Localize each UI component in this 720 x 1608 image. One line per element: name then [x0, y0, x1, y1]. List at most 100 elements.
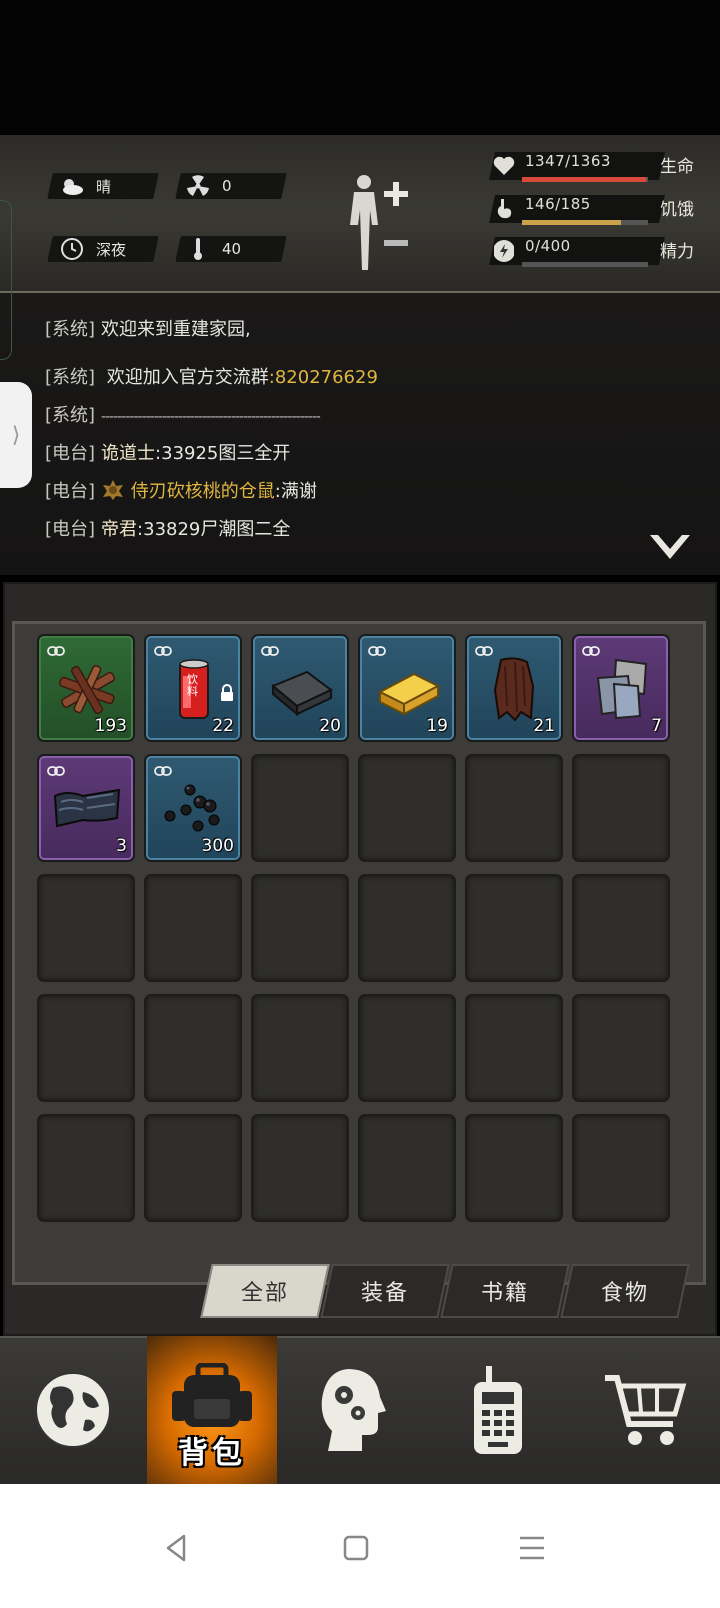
inventory-slot-empty[interactable]	[358, 874, 456, 982]
chat-text: 欢迎来到重建家园,	[101, 319, 251, 340]
energy-label: 精力	[660, 242, 694, 262]
inventory-slot-empty[interactable]	[572, 994, 670, 1102]
home-icon[interactable]	[336, 1528, 376, 1568]
inventory-slot-empty[interactable]	[37, 994, 135, 1102]
item-count: 20	[319, 716, 341, 736]
hunger-label: 饥饿	[660, 200, 694, 220]
chat-channel-tag: [电台]	[45, 443, 96, 464]
inventory-slot-coal-pellets[interactable]: 300	[144, 754, 242, 862]
menu-icon[interactable]	[512, 1528, 552, 1568]
inventory-slot-iron-bar[interactable]: 20	[251, 634, 349, 742]
chat-channel-tag: [电台]	[45, 481, 96, 502]
chat-text: ----------------------------------------…	[101, 409, 321, 425]
inventory-slot-cloth[interactable]: 7	[572, 634, 670, 742]
hunger-value: 146/185	[525, 195, 591, 213]
inventory-slot-empty[interactable]	[251, 994, 349, 1102]
chat-text: :满谢	[274, 481, 317, 502]
bound-link-icon	[154, 762, 172, 776]
inventory-slot-empty[interactable]	[465, 754, 563, 862]
heart-icon	[490, 152, 518, 180]
inventory-slot-empty[interactable]	[144, 1114, 242, 1222]
inventory-slot-empty[interactable]	[572, 754, 670, 862]
clock-icon	[58, 236, 86, 262]
cloth-icon	[588, 656, 656, 724]
inventory-slot-empty[interactable]	[358, 994, 456, 1102]
inventory-slot-wood[interactable]: 193	[37, 634, 135, 742]
bound-link-icon	[261, 642, 279, 656]
hunger-bar: 146/185 饥饿	[480, 189, 710, 227]
inventory-slot-empty[interactable]	[37, 1114, 135, 1222]
temperature-value: 40	[222, 240, 242, 258]
health-fill	[522, 177, 647, 182]
expand-chat-button[interactable]	[648, 533, 692, 563]
health-value: 1347/1363	[525, 152, 611, 170]
chat-channel-tag: [电台]	[45, 519, 96, 540]
radiation-indicator: 0	[184, 173, 232, 199]
time-text: 深夜	[96, 240, 127, 259]
bound-link-icon	[475, 642, 493, 656]
item-count: 21	[533, 716, 555, 736]
side-drawer-handle[interactable]: ⟩	[0, 382, 32, 488]
chat-sender[interactable]: 诡道士	[101, 443, 155, 464]
chat-text: :33829尸潮图二全	[137, 519, 291, 540]
backpack-icon	[172, 1363, 252, 1427]
weather-text: 晴	[96, 177, 112, 196]
nav-skills-button[interactable]	[280, 1336, 425, 1484]
inventory-slot-empty[interactable]	[251, 874, 349, 982]
cloud-sun-icon	[58, 173, 86, 199]
inventory-slot-empty[interactable]	[251, 754, 349, 862]
tab-books[interactable]: 书籍	[440, 1264, 570, 1318]
nav-shop-button[interactable]	[570, 1336, 720, 1484]
tab-all[interactable]: 全部	[200, 1264, 330, 1318]
item-count: 7	[651, 716, 662, 736]
inventory-slot-empty[interactable]	[465, 994, 563, 1102]
side-edge-indicator	[0, 200, 12, 360]
iron-bar-icon	[267, 656, 335, 724]
inventory-slot-leather[interactable]: 21	[465, 634, 563, 742]
inventory-slot-dark-cloth[interactable]: 3	[37, 754, 135, 862]
tab-food[interactable]: 食物	[560, 1264, 690, 1318]
chat-message: [电台] 诡道士:33925图三全开	[45, 439, 290, 465]
inventory-slot-soda-can[interactable]: 饮料 22	[144, 634, 242, 742]
nav-world-button[interactable]	[0, 1336, 145, 1484]
category-tabs: 全部 装备 书籍 食物	[196, 1264, 696, 1320]
back-icon[interactable]	[158, 1528, 198, 1568]
tab-equipment[interactable]: 装备	[320, 1264, 450, 1318]
item-count: 3	[116, 836, 127, 856]
nav-radio-button[interactable]	[425, 1336, 570, 1484]
inventory-slot-empty[interactable]	[572, 1114, 670, 1222]
inventory-slot-empty[interactable]	[144, 994, 242, 1102]
chat-group-number: :820276629	[268, 367, 378, 388]
cart-icon	[605, 1375, 687, 1445]
temperature-indicator: 40	[184, 236, 241, 262]
chat-message: [电台] 帝君:33829尸潮图二全	[45, 515, 290, 541]
chat-message: [电台] 侍刃砍核桃的仓鼠:满谢	[45, 477, 317, 506]
chat-sender[interactable]: 侍刃砍核桃的仓鼠	[125, 481, 275, 502]
inventory-slot-empty[interactable]	[251, 1114, 349, 1222]
chat-channel-tag: [系统]	[45, 319, 96, 340]
inventory-slot-empty[interactable]	[144, 874, 242, 982]
inventory-slot-gold-bar[interactable]: 19	[358, 634, 456, 742]
inventory-slot-empty[interactable]	[572, 874, 670, 982]
chat-sender[interactable]: 帝君	[101, 519, 137, 540]
leather-icon	[481, 656, 549, 724]
bound-link-icon	[47, 762, 65, 776]
nav-backpack-label: 背包	[178, 1436, 246, 1471]
radiation-value: 0	[222, 177, 232, 195]
inventory-slot-empty[interactable]	[37, 874, 135, 982]
walkie-talkie-icon	[473, 1366, 522, 1454]
item-count: 300	[201, 836, 234, 856]
energy-value: 0/400	[525, 237, 571, 255]
inventory-slot-empty[interactable]	[465, 874, 563, 982]
dark-cloth-icon	[53, 776, 121, 844]
inventory-slot-empty[interactable]	[358, 1114, 456, 1222]
item-count: 19	[426, 716, 448, 736]
character-body-button[interactable]	[346, 170, 418, 275]
chat-message: [系统] 欢迎来到重建家园,	[45, 315, 251, 341]
inventory-slot-empty[interactable]	[358, 754, 456, 862]
bound-link-icon	[47, 642, 65, 656]
bound-link-icon	[368, 642, 386, 656]
hunger-fill	[522, 220, 622, 225]
inventory-slot-empty[interactable]	[465, 1114, 563, 1222]
nav-backpack-button[interactable]: 背包	[147, 1336, 277, 1484]
